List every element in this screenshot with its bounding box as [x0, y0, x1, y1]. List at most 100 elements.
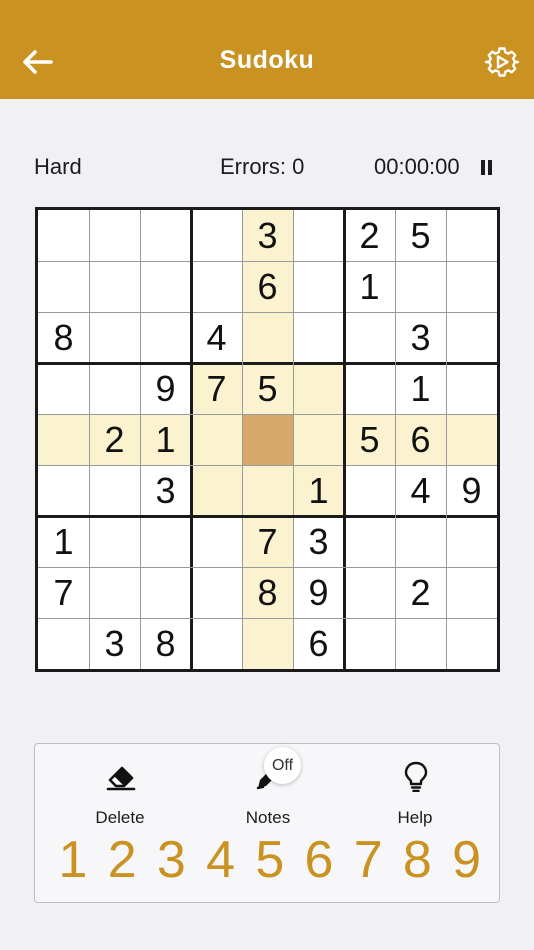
sudoku-cell[interactable]	[446, 618, 497, 669]
number-button-9[interactable]: 9	[447, 830, 487, 890]
sudoku-cell[interactable]: 3	[140, 465, 191, 516]
sudoku-cell[interactable]	[191, 210, 242, 261]
sudoku-cell[interactable]	[446, 516, 497, 567]
sudoku-cell[interactable]: 8	[140, 618, 191, 669]
sudoku-cell[interactable]	[395, 618, 446, 669]
sudoku-cell[interactable]: 9	[446, 465, 497, 516]
sudoku-cell[interactable]: 3	[293, 516, 344, 567]
sudoku-cell[interactable]: 1	[395, 363, 446, 414]
notes-label: Notes	[245, 808, 291, 827]
number-button-5[interactable]: 5	[250, 830, 290, 890]
sudoku-cell[interactable]	[89, 516, 140, 567]
sudoku-cell[interactable]	[446, 210, 497, 261]
help-button[interactable]: Help	[360, 754, 470, 827]
sudoku-cell[interactable]	[344, 312, 395, 363]
sudoku-cell[interactable]	[395, 516, 446, 567]
sudoku-cell[interactable]	[38, 261, 89, 312]
help-label: Help	[397, 808, 433, 827]
sudoku-cell[interactable]	[89, 312, 140, 363]
sudoku-cell[interactable]	[395, 261, 446, 312]
settings-button[interactable]	[484, 44, 520, 80]
sudoku-cell[interactable]	[446, 414, 497, 465]
sudoku-cell[interactable]	[191, 261, 242, 312]
sudoku-cell[interactable]: 4	[395, 465, 446, 516]
sudoku-cell[interactable]: 1	[140, 414, 191, 465]
sudoku-cell[interactable]	[38, 618, 89, 669]
sudoku-cell[interactable]	[140, 210, 191, 261]
sudoku-cell[interactable]: 5	[395, 210, 446, 261]
sudoku-cell[interactable]: 1	[293, 465, 344, 516]
sudoku-cell[interactable]	[191, 516, 242, 567]
sudoku-cell[interactable]	[293, 414, 344, 465]
sudoku-cell[interactable]	[38, 363, 89, 414]
sudoku-cell[interactable]	[446, 567, 497, 618]
sudoku-cell[interactable]	[89, 261, 140, 312]
sudoku-cell[interactable]	[140, 567, 191, 618]
pause-button[interactable]	[480, 160, 494, 176]
sudoku-cell[interactable]: 9	[140, 363, 191, 414]
sudoku-cell[interactable]	[89, 567, 140, 618]
sudoku-cell[interactable]	[140, 516, 191, 567]
delete-button[interactable]: Delete	[65, 754, 175, 827]
sudoku-cell[interactable]	[242, 465, 293, 516]
sudoku-cell[interactable]	[191, 618, 242, 669]
number-button-8[interactable]: 8	[397, 830, 437, 890]
number-button-3[interactable]: 3	[151, 830, 191, 890]
sudoku-cell[interactable]	[89, 465, 140, 516]
sudoku-cell[interactable]	[38, 210, 89, 261]
sudoku-cell[interactable]: 3	[395, 312, 446, 363]
sudoku-cell[interactable]: 6	[242, 261, 293, 312]
sudoku-cell[interactable]	[89, 363, 140, 414]
sudoku-cell[interactable]: 3	[89, 618, 140, 669]
sudoku-cell[interactable]: 3	[242, 210, 293, 261]
sudoku-cell[interactable]: 7	[38, 567, 89, 618]
sudoku-cell[interactable]: 8	[242, 567, 293, 618]
sudoku-cell[interactable]: 4	[191, 312, 242, 363]
sudoku-cell[interactable]	[242, 312, 293, 363]
sudoku-cell[interactable]	[242, 414, 293, 465]
number-button-4[interactable]: 4	[201, 830, 241, 890]
sudoku-cell[interactable]	[293, 210, 344, 261]
sudoku-cell[interactable]	[344, 516, 395, 567]
sudoku-cell[interactable]	[38, 414, 89, 465]
sudoku-cell[interactable]: 1	[38, 516, 89, 567]
sudoku-cell[interactable]	[344, 567, 395, 618]
sudoku-cell[interactable]: 5	[344, 414, 395, 465]
controls-panel: Delete Notes Off Help 123456789	[34, 743, 500, 903]
number-button-7[interactable]: 7	[348, 830, 388, 890]
sudoku-cell[interactable]	[344, 363, 395, 414]
sudoku-cell[interactable]: 5	[242, 363, 293, 414]
grid-line	[241, 210, 243, 669]
sudoku-cell[interactable]	[344, 618, 395, 669]
sudoku-cell[interactable]	[191, 567, 242, 618]
number-button-6[interactable]: 6	[299, 830, 339, 890]
sudoku-cell[interactable]	[446, 261, 497, 312]
sudoku-cell[interactable]: 9	[293, 567, 344, 618]
sudoku-cell[interactable]	[293, 312, 344, 363]
sudoku-cell[interactable]: 2	[89, 414, 140, 465]
sudoku-cell[interactable]	[38, 465, 89, 516]
sudoku-cell[interactable]	[242, 618, 293, 669]
number-button-1[interactable]: 1	[53, 830, 93, 890]
sudoku-cell[interactable]: 2	[344, 210, 395, 261]
sudoku-cell[interactable]: 6	[293, 618, 344, 669]
grid-line	[139, 210, 141, 669]
sudoku-cell[interactable]: 7	[242, 516, 293, 567]
sudoku-cell[interactable]	[191, 465, 242, 516]
sudoku-cell[interactable]	[344, 465, 395, 516]
sudoku-cell[interactable]: 7	[191, 363, 242, 414]
sudoku-cell[interactable]	[293, 261, 344, 312]
sudoku-cell[interactable]	[293, 363, 344, 414]
sudoku-cell[interactable]	[140, 261, 191, 312]
sudoku-cell[interactable]	[446, 363, 497, 414]
sudoku-cell[interactable]	[140, 312, 191, 363]
sudoku-cell[interactable]: 2	[395, 567, 446, 618]
sudoku-cell[interactable]	[191, 414, 242, 465]
sudoku-cell[interactable]	[446, 312, 497, 363]
number-button-2[interactable]: 2	[102, 830, 142, 890]
grid-line	[38, 260, 497, 262]
sudoku-cell[interactable]: 8	[38, 312, 89, 363]
sudoku-cell[interactable]: 1	[344, 261, 395, 312]
sudoku-cell[interactable]: 6	[395, 414, 446, 465]
sudoku-cell[interactable]	[89, 210, 140, 261]
